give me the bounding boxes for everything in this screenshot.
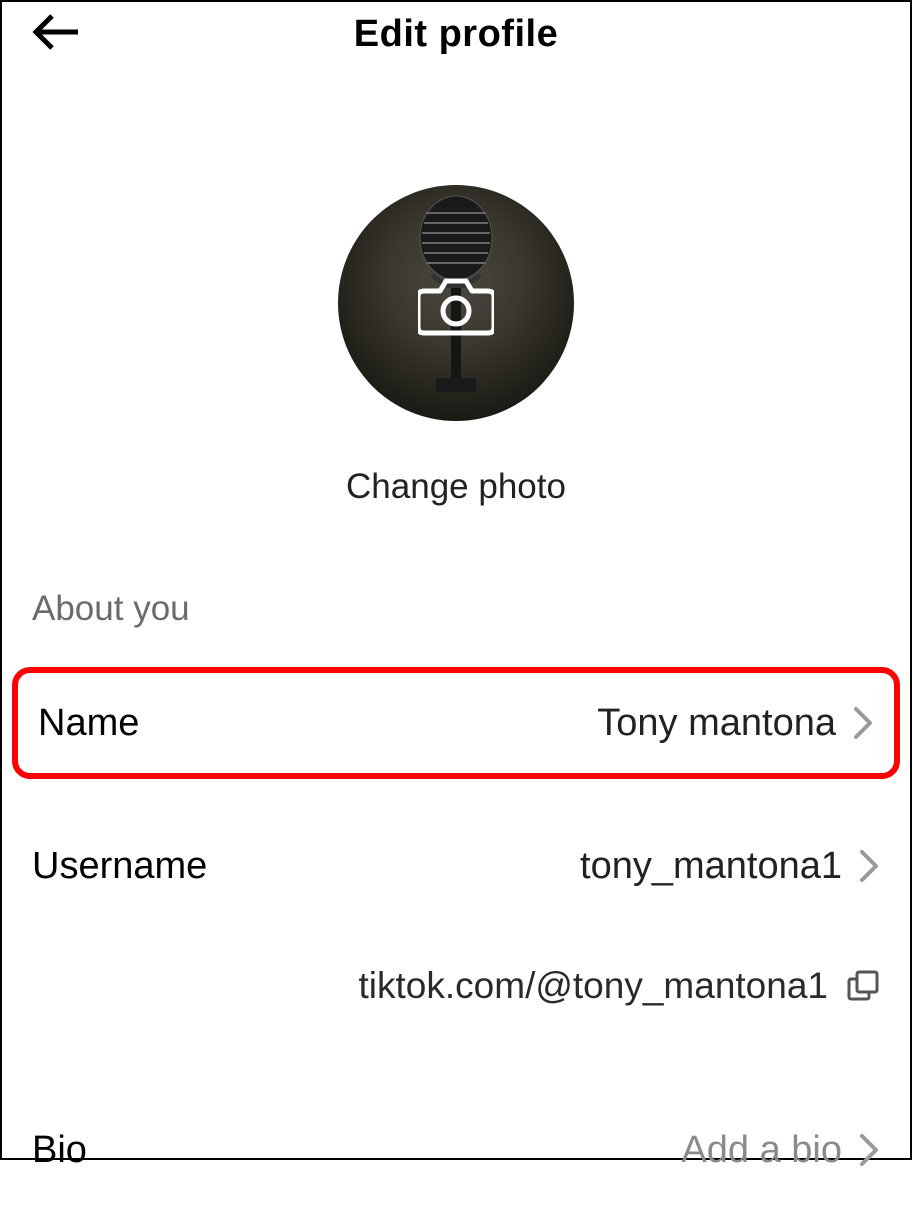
bio-row[interactable]: Bio Add a bio: [2, 1095, 910, 1205]
back-button[interactable]: [32, 12, 80, 52]
section-label-about: About you: [2, 589, 910, 629]
name-row[interactable]: Name Tony mantona: [12, 667, 900, 779]
change-photo-button[interactable]: Change photo: [346, 467, 566, 507]
username-value: tony_mantona1: [207, 845, 842, 888]
name-label: Name: [38, 702, 139, 745]
avatar-section: Change photo: [2, 185, 910, 507]
bio-label: Bio: [32, 1129, 87, 1172]
chevron-right-icon: [858, 848, 880, 884]
bio-placeholder: Add a bio: [87, 1129, 842, 1172]
copy-icon: [846, 969, 880, 1003]
camera-icon: [418, 277, 494, 337]
avatar[interactable]: [338, 185, 574, 421]
username-label: Username: [32, 845, 207, 888]
chevron-right-icon: [852, 705, 874, 741]
header: Edit profile: [2, 2, 910, 70]
chevron-right-icon: [858, 1132, 880, 1168]
arrow-left-icon: [32, 12, 80, 52]
profile-url-row[interactable]: tiktok.com/@tony_mantona1: [2, 965, 910, 1007]
name-value: Tony mantona: [139, 702, 836, 745]
profile-url-text: tiktok.com/@tony_mantona1: [359, 965, 828, 1007]
username-row[interactable]: Username tony_mantona1: [2, 811, 910, 921]
page-title: Edit profile: [354, 13, 558, 56]
